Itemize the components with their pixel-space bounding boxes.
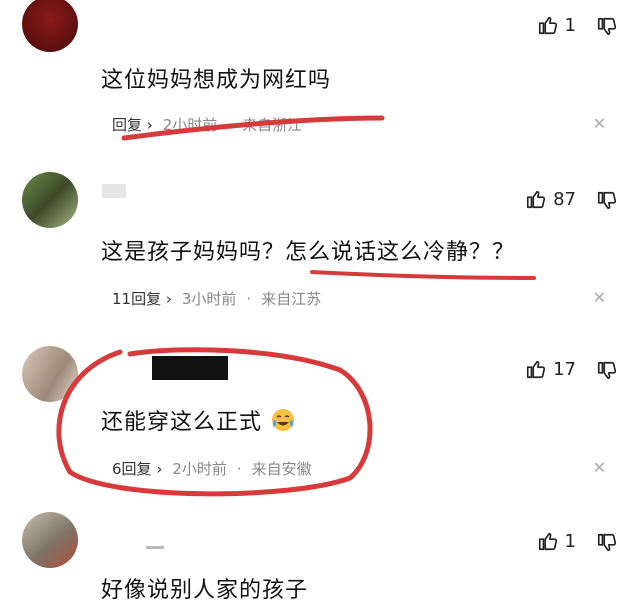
timestamp: 2小时前 [162,116,218,134]
username-redacted [152,356,228,380]
timestamp: 3小时前 [181,290,237,308]
thumbs-down-icon[interactable] [596,190,618,212]
comment-text: 好像说别人家的孩子 [101,578,309,603]
dot-separator: · [227,115,233,134]
like-button[interactable]: 17 [525,358,576,380]
username-redacted [146,546,164,549]
username-redacted [102,184,126,198]
like-button[interactable]: 1 [537,530,576,552]
thumbs-down-icon[interactable] [596,16,618,38]
chevron-right-icon: › [156,460,163,478]
thumbs-up-icon [538,16,557,35]
location: 来自安徽 [251,460,312,478]
thumbs-up-icon [527,190,546,209]
comment-text-part-2: 怎么说话这么冷静？？ [285,240,516,265]
dot-separator: · [246,289,252,308]
like-count: 87 [553,188,576,210]
avatar[interactable] [22,0,78,52]
close-icon[interactable]: ✕ [593,114,606,133]
like-count: 17 [553,358,576,380]
thumbs-down-icon[interactable] [596,532,618,554]
comment-text: 这位妈妈想成为网红吗 [101,68,332,93]
like-button[interactable]: 1 [537,14,576,36]
like-count: 1 [564,530,576,552]
reply-button[interactable]: 11回复 › [112,288,172,309]
thumbs-down-icon[interactable] [596,360,618,382]
chevron-right-icon: › [146,116,153,134]
timestamp: 2小时前 [172,460,227,478]
comment-meta: 11回复 › 3小时前 · 来自江苏 [112,288,321,309]
like-button[interactable]: 87 [525,188,576,210]
close-icon[interactable]: ✕ [593,458,606,477]
comment-text-part-1: 这是孩子妈妈吗？ [101,240,286,265]
comment-text: 这是孩子妈妈吗？怎么说话这么冷静？？ [101,234,515,266]
location: 来自浙江 [242,116,303,134]
avatar[interactable] [22,172,78,228]
red-underline-annotation [310,270,536,280]
crying-laughing-emoji [272,409,295,431]
reply-button[interactable]: 6回复 › [112,458,162,479]
comment-4: 1 好像说别人家的孩子 [0,510,640,603]
comment-1: 1 这位妈妈想成为网红吗 回复 › 2小时前 · 来自浙江 ✕ [0,0,640,160]
chevron-right-icon: › [165,290,172,308]
thumbs-up-icon [538,532,557,551]
thumbs-up-icon [527,360,546,379]
comment-meta: 6回复 › 2小时前 · 来自安徽 [112,458,312,479]
comment-text: 还能穿这么正式 [101,404,296,436]
location: 来自江苏 [261,290,322,308]
comment-3: 17 还能穿这么正式 6回复 › 2小时前 · 来自安徽 ✕ [0,340,640,510]
avatar[interactable] [22,512,78,568]
comment-meta: 回复 › 2小时前 · 来自浙江 [112,114,302,135]
reply-label: 11回复 [112,290,162,308]
dot-separator: · [236,459,242,478]
reply-button[interactable]: 回复 › [112,114,153,135]
reply-label: 6回复 [112,460,152,478]
avatar[interactable] [22,346,78,402]
comment-text-content: 还能穿这么正式 [101,410,263,435]
close-icon[interactable]: ✕ [593,288,606,307]
reply-label: 回复 [112,116,143,134]
comment-2: 87 这是孩子妈妈吗？怎么说话这么冷静？？ 11回复 › 3小时前 · 来自江苏… [0,160,640,340]
like-count: 1 [564,14,576,36]
